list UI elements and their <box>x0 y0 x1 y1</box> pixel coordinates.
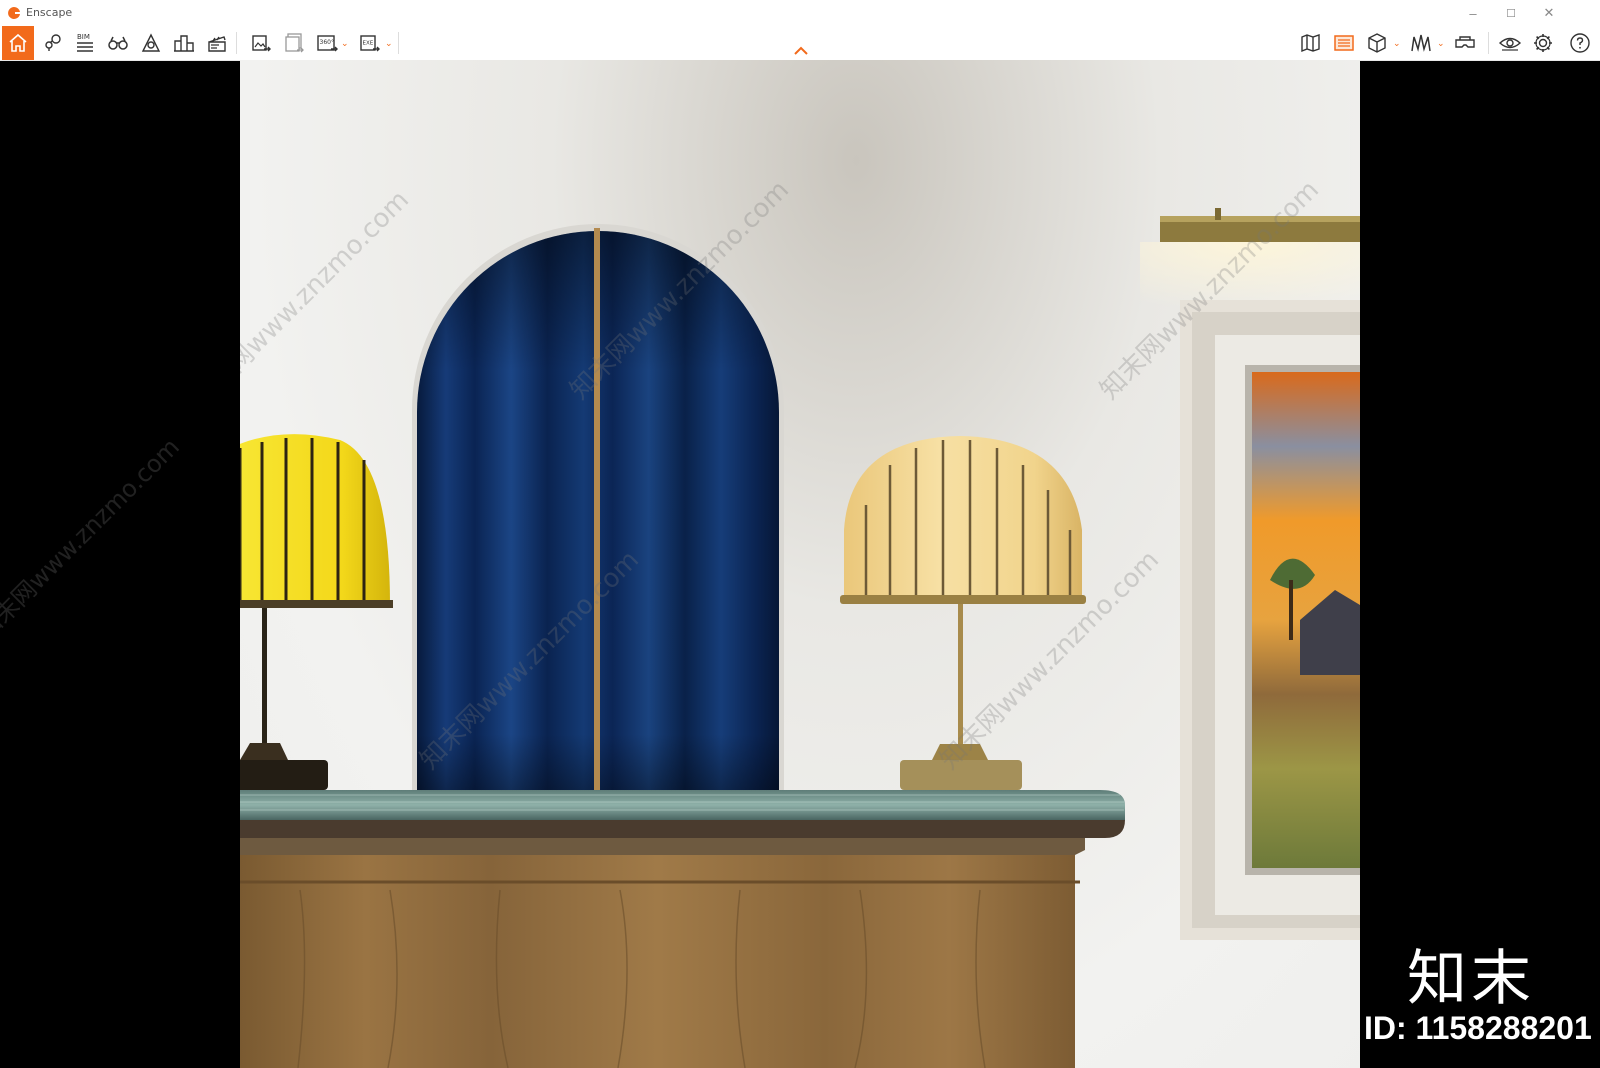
export-exe-button[interactable]: EXE <box>354 26 386 60</box>
svg-text:BIM: BIM <box>77 33 90 41</box>
eye-icon <box>1498 37 1522 51</box>
help-button[interactable] <box>1564 26 1596 60</box>
video-editor-button[interactable] <box>201 26 233 60</box>
asset-library-icon <box>141 33 161 52</box>
watermark-text: 知末网www.znzmo.com <box>0 432 185 646</box>
atmosphere-button[interactable] <box>1405 26 1437 60</box>
export-dropdown-caret[interactable]: ⌄ <box>385 38 393 49</box>
maximize-button[interactable]: ☐ <box>1492 0 1530 26</box>
render-image-icon <box>252 35 271 52</box>
toolbar-separator <box>1488 32 1489 54</box>
cube-icon <box>1368 33 1386 53</box>
visual-settings-button[interactable] <box>1328 26 1360 60</box>
marble-countertop <box>240 790 1125 855</box>
map-button[interactable] <box>1295 26 1327 60</box>
render-viewport[interactable]: 知末网www.znzmo.com 知末网www.znzmo.com 知末网www… <box>240 60 1360 1068</box>
location-pin-icon <box>45 34 61 51</box>
framed-painting <box>1180 300 1360 940</box>
minimize-button[interactable]: – <box>1454 0 1492 26</box>
brand-watermark: 知末 <box>1407 944 1535 1014</box>
vr-headset-button[interactable] <box>1449 26 1481 60</box>
toolbar-separator <box>236 32 237 54</box>
atmosphere-icon <box>1411 34 1431 52</box>
panorama-360-icon: 360° <box>317 35 338 52</box>
home-icon <box>9 33 27 52</box>
panorama-button[interactable]: 360° <box>311 26 343 60</box>
asset-id-label: ID: 1158288201 <box>1364 1010 1592 1046</box>
window-title: Enscape <box>26 6 73 19</box>
close-button[interactable]: ✕ <box>1530 0 1568 26</box>
gear-icon <box>1534 34 1552 52</box>
clapperboard-icon <box>208 36 226 52</box>
site-context-button[interactable] <box>168 26 200 60</box>
enscape-logo-icon <box>8 6 20 19</box>
views-button[interactable] <box>36 26 68 60</box>
view-button[interactable] <box>1494 26 1526 60</box>
visual-settings-icon <box>1334 35 1354 51</box>
bim-button[interactable]: BIM <box>69 26 101 60</box>
svg-text:360°: 360° <box>320 39 334 46</box>
buildings-icon <box>174 35 194 52</box>
asset-library-button[interactable] <box>135 26 167 60</box>
export-exe-icon: EXE <box>360 35 380 52</box>
batch-render-icon <box>285 33 304 53</box>
panorama-dropdown-caret[interactable]: ⌄ <box>341 38 349 49</box>
toolbar-separator <box>398 32 399 54</box>
yellow-table-lamp <box>240 434 393 790</box>
title-bar: Enscape – ☐ ✕ <box>0 0 1600 26</box>
vr-headset-icon <box>1455 36 1475 48</box>
wood-cabinet <box>240 855 1080 1068</box>
atmosphere-dropdown-caret[interactable]: ⌄ <box>1437 38 1445 49</box>
map-icon <box>1301 34 1320 53</box>
section-dropdown-caret[interactable]: ⌄ <box>1393 38 1401 49</box>
svg-text:EXE: EXE <box>363 41 374 47</box>
batch-render-button[interactable] <box>278 26 310 60</box>
section-box-button[interactable] <box>1361 26 1393 60</box>
help-icon <box>1570 33 1590 53</box>
bim-icon: BIM <box>77 33 93 52</box>
settings-button[interactable] <box>1527 26 1559 60</box>
render-image-button[interactable] <box>245 26 277 60</box>
home-button[interactable] <box>2 26 34 60</box>
brass-divider-strip <box>594 228 600 793</box>
binoculars-button[interactable] <box>102 26 134 60</box>
binoculars-icon <box>108 36 128 50</box>
collapse-toolbar-icon[interactable] <box>790 44 812 58</box>
